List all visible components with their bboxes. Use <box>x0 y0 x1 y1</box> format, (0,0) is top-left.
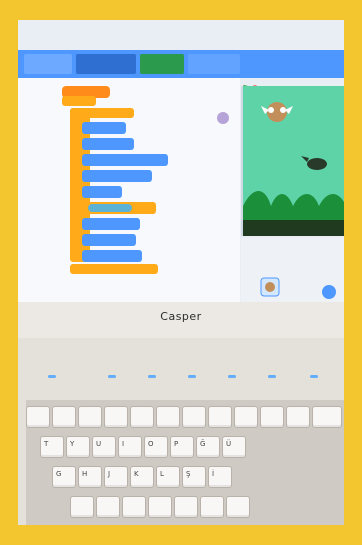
key-u[interactable]: U <box>92 436 116 458</box>
stage-area <box>241 86 344 236</box>
key-s-cedilla[interactable]: Ş <box>182 466 206 488</box>
sprite-list <box>260 277 336 299</box>
laptop-photo: Casper T Y U I O P Ğ Ü G H J K L Ş İ <box>18 20 344 525</box>
key[interactable] <box>148 496 172 518</box>
key[interactable] <box>312 406 342 428</box>
key-k[interactable]: K <box>130 466 154 488</box>
key-l[interactable]: L <box>156 466 180 488</box>
menu-tab-1[interactable] <box>24 54 72 74</box>
key-o[interactable]: O <box>144 436 168 458</box>
code-blocks <box>62 86 229 274</box>
key[interactable] <box>260 406 284 428</box>
sprite-pane[interactable] <box>241 238 344 302</box>
key[interactable] <box>122 496 146 518</box>
key[interactable] <box>70 496 94 518</box>
key-y[interactable]: Y <box>66 436 90 458</box>
key[interactable] <box>200 496 224 518</box>
key[interactable] <box>52 406 76 428</box>
key[interactable] <box>182 406 206 428</box>
key[interactable] <box>174 496 198 518</box>
key-u-umlaut[interactable]: Ü <box>222 436 246 458</box>
key-p[interactable]: P <box>170 436 194 458</box>
key-t[interactable]: T <box>40 436 64 458</box>
key[interactable] <box>156 406 180 428</box>
key-h[interactable]: H <box>78 466 102 488</box>
key[interactable] <box>96 496 120 518</box>
yellow-frame: Casper T Y U I O P Ğ Ü G H J K L Ş İ <box>0 0 362 545</box>
code-editor[interactable] <box>18 78 240 302</box>
key[interactable] <box>286 406 310 428</box>
scratch-menu-bar <box>18 50 344 78</box>
stage-scene <box>243 86 344 236</box>
key[interactable] <box>78 406 102 428</box>
menu-tab-4[interactable] <box>188 54 240 74</box>
key[interactable] <box>104 406 128 428</box>
key-g-breve[interactable]: Ğ <box>196 436 220 458</box>
key[interactable] <box>234 406 258 428</box>
key[interactable] <box>130 406 154 428</box>
keyboard: T Y U I O P Ğ Ü G H J K L Ş İ <box>26 400 344 525</box>
key-i-dot[interactable]: İ <box>208 466 232 488</box>
brand-label: Casper <box>160 310 202 323</box>
key[interactable] <box>226 496 250 518</box>
keyboard-backlight <box>48 375 338 383</box>
key-j[interactable]: J <box>104 466 128 488</box>
key[interactable] <box>26 406 50 428</box>
key-i[interactable]: I <box>118 436 142 458</box>
menu-tab-3[interactable] <box>140 54 184 74</box>
menu-tab-2[interactable] <box>76 54 136 74</box>
key[interactable] <box>208 406 232 428</box>
key-g[interactable]: G <box>52 466 76 488</box>
